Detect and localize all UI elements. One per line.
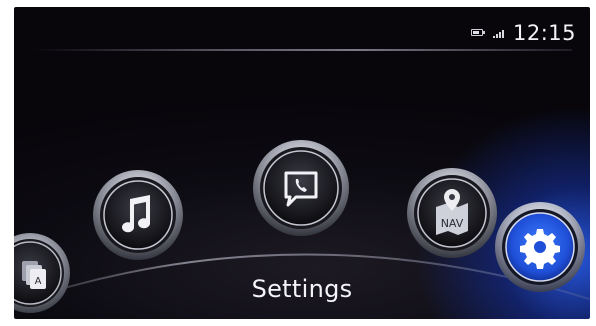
battery-icon: [470, 29, 486, 37]
entertainment-button[interactable]: [92, 169, 184, 261]
communication-button[interactable]: [252, 139, 350, 237]
nav-badge: NAV: [441, 217, 464, 230]
status-bar: 12:15: [470, 19, 576, 47]
infotainment-screen: 12:15 A NAV Settings: [14, 7, 590, 319]
gear-icon: [520, 229, 560, 269]
clock: 12:15: [512, 21, 576, 45]
status-divider: [32, 49, 572, 51]
navigation-button[interactable]: NAV: [406, 167, 498, 259]
signal-icon: [492, 29, 504, 38]
selected-item-label: Settings: [251, 275, 353, 303]
